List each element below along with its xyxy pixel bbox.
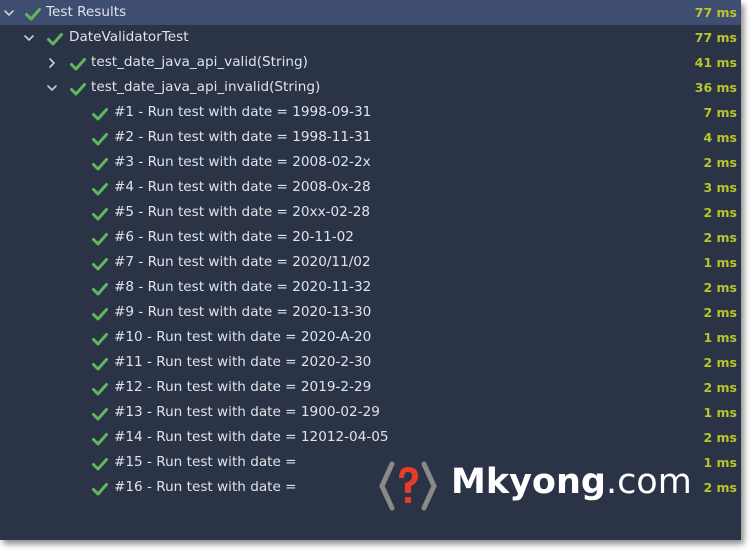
test-label: test_date_java_api_invalid(String) <box>91 79 321 95</box>
check-icon <box>92 305 108 321</box>
test-label: #13 - Run test with date = 1900-02-29 <box>114 404 380 420</box>
duration-text: 1 ms <box>703 405 737 420</box>
watermark-suffix: .com <box>605 462 692 502</box>
test-label: #3 - Run test with date = 2008-02-2x <box>114 154 371 170</box>
test-label: #6 - Run test with date = 20-11-02 <box>114 229 354 245</box>
duration-text: 2 ms <box>703 430 737 445</box>
check-icon <box>92 280 108 296</box>
duration-text: 2 ms <box>703 380 737 395</box>
duration-text: 2 ms <box>703 155 737 170</box>
check-icon <box>92 205 108 221</box>
check-icon <box>92 230 108 246</box>
tree-test-item[interactable]: #6 - Run test with date = 20-11-02 2 ms <box>0 225 741 250</box>
check-icon <box>47 30 63 46</box>
check-icon <box>70 55 86 71</box>
duration-text: 2 ms <box>703 205 737 220</box>
duration-text: 1 ms <box>703 255 737 270</box>
test-label: #8 - Run test with date = 2020-11-32 <box>114 279 372 295</box>
duration-text: 2 ms <box>703 230 737 245</box>
test-label: #1 - Run test with date = 1998-09-31 <box>114 104 372 120</box>
test-label: DateValidatorTest <box>69 29 189 45</box>
tree-test-item[interactable]: #5 - Run test with date = 20xx-02-28 2 ms <box>0 200 741 225</box>
test-label: #2 - Run test with date = 1998-11-31 <box>114 129 372 145</box>
test-label: Test Results <box>46 4 127 20</box>
chevron-down-icon[interactable] <box>22 25 36 50</box>
check-icon <box>70 80 86 96</box>
tree-test-item[interactable]: #3 - Run test with date = 2008-02-2x 2 ms <box>0 150 741 175</box>
test-label: #12 - Run test with date = 2019-2-29 <box>114 379 372 395</box>
test-tree: Test Results 77 ms DateValidatorTest 77 ms t… <box>0 0 741 500</box>
tree-test-item[interactable]: #9 - Run test with date = 2020-13-30 2 ms <box>0 300 741 325</box>
tree-test-item[interactable]: #11 - Run test with date = 2020-2-30 2 ms <box>0 350 741 375</box>
check-icon <box>92 155 108 171</box>
check-icon <box>92 380 108 396</box>
tree-test-item[interactable]: #8 - Run test with date = 2020-11-32 2 ms <box>0 275 741 300</box>
duration-text: 2 ms <box>703 355 737 370</box>
duration-text: 1 ms <box>703 455 737 470</box>
test-label: #11 - Run test with date = 2020-2-30 <box>114 354 372 370</box>
check-icon <box>92 355 108 371</box>
tree-test-item[interactable]: #12 - Run test with date = 2019-2-29 2 ms <box>0 375 741 400</box>
test-label: #7 - Run test with date = 2020/11/02 <box>114 254 371 270</box>
duration-text: 77 ms <box>694 5 737 20</box>
tree-test-item[interactable]: #4 - Run test with date = 2008-0x-28 3 ms <box>0 175 741 200</box>
tree-test-item[interactable]: #7 - Run test with date = 2020/11/02 1 ms <box>0 250 741 275</box>
chevron-right-icon[interactable] <box>45 50 59 75</box>
check-icon <box>92 405 108 421</box>
duration-text: 41 ms <box>694 55 737 70</box>
check-icon <box>92 480 108 496</box>
duration-text: 2 ms <box>703 305 737 320</box>
tree-test-item[interactable]: #10 - Run test with date = 2020-A-20 1 ms <box>0 325 741 350</box>
test-label: #15 - Run test with date = <box>114 454 297 470</box>
duration-text: 7 ms <box>703 105 737 120</box>
duration-text: 1 ms <box>703 330 737 345</box>
test-label: #10 - Run test with date = 2020-A-20 <box>114 329 372 345</box>
chevron-down-icon[interactable] <box>45 75 59 100</box>
tree-test-item[interactable]: #1 - Run test with date = 1998-09-31 7 ms <box>0 100 741 125</box>
check-icon <box>92 330 108 346</box>
duration-text: 36 ms <box>694 80 737 95</box>
duration-text: 77 ms <box>694 30 737 45</box>
duration-text: 3 ms <box>703 180 737 195</box>
check-icon <box>92 130 108 146</box>
mkyong-watermark: Mkyong.com <box>378 456 692 516</box>
check-icon <box>92 430 108 446</box>
test-label: #14 - Run test with date = 12012-04-05 <box>114 429 389 445</box>
test-label: #16 - Run test with date = <box>114 479 297 495</box>
check-icon <box>92 105 108 121</box>
tree-root-test-results[interactable]: Test Results 77 ms <box>0 0 741 25</box>
duration-text: 2 ms <box>703 280 737 295</box>
watermark-brand: Mkyong <box>451 462 606 502</box>
tree-test-item[interactable]: #13 - Run test with date = 1900-02-29 1 m… <box>0 400 741 425</box>
watermark-text: Mkyong.com <box>451 462 692 502</box>
check-icon <box>92 255 108 271</box>
check-icon <box>92 455 108 471</box>
test-label: #9 - Run test with date = 2020-13-30 <box>114 304 372 320</box>
check-icon <box>25 5 41 21</box>
duration-text: 2 ms <box>703 480 737 495</box>
test-label: test_date_java_api_valid(String) <box>91 54 308 70</box>
tree-test-item[interactable]: #14 - Run test with date = 12012-04-05 2 … <box>0 425 741 450</box>
check-icon <box>92 180 108 196</box>
tree-method-0[interactable]: test_date_java_api_valid(String) 41 ms <box>0 50 741 75</box>
tree-test-item[interactable]: #2 - Run test with date = 1998-11-31 4 ms <box>0 125 741 150</box>
tree-method-1[interactable]: test_date_java_api_invalid(String) 36 ms <box>0 75 741 100</box>
duration-text: 4 ms <box>703 130 737 145</box>
test-label: #4 - Run test with date = 2008-0x-28 <box>114 179 371 195</box>
question-mark-icon <box>379 461 437 511</box>
chevron-down-icon[interactable] <box>2 0 16 25</box>
tree-suite-datevalidatortest[interactable]: DateValidatorTest 77 ms <box>0 25 741 50</box>
test-results-panel: Test Results 77 ms DateValidatorTest 77 ms t… <box>0 0 741 540</box>
test-label: #5 - Run test with date = 20xx-02-28 <box>114 204 371 220</box>
